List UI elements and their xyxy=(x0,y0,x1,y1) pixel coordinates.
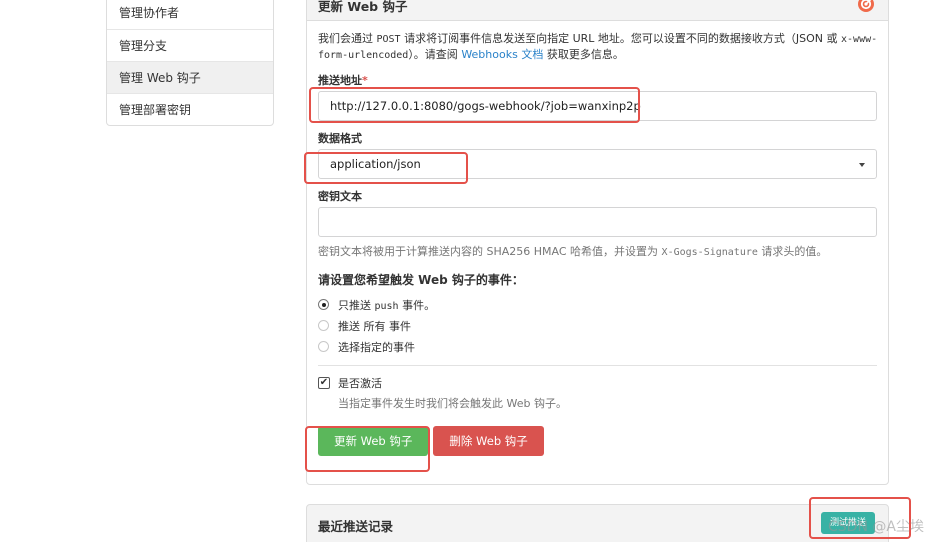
content-type-label: 数据格式 xyxy=(318,132,362,145)
form-actions: 更新 Web 钩子 删除 Web 钩子 xyxy=(318,426,877,456)
content-type-select[interactable]: application/json xyxy=(318,149,877,179)
sidebar-item-label: 管理 Web 钩子 xyxy=(119,71,201,85)
sidebar-item-deploy-keys[interactable]: 管理部署密钥 xyxy=(107,93,273,125)
webhooks-docs-link[interactable]: Webhooks 文档 xyxy=(461,48,543,61)
payload-url-input[interactable]: http://127.0.0.1:8080/gogs-webhook/?job=… xyxy=(318,91,877,121)
events-title: 请设置您希望触发 Web 钩子的事件： xyxy=(318,273,524,287)
hint-text: 密钥文本将被用于计算推送内容的 SHA256 HMAC 哈希值，并设置为 xyxy=(318,245,662,258)
events-radio-group: 只推送 push 事件。 推送 所有 事件 选择指定的事件 xyxy=(318,294,877,357)
sidebar-item-branches[interactable]: 管理分支 xyxy=(107,29,273,61)
signature-header: X-Gogs-Signature xyxy=(661,247,758,258)
watermark: CSDN @A尘埃 xyxy=(828,519,924,535)
secret-hint: 密钥文本将被用于计算推送内容的 SHA256 HMAC 哈希值，并设置为 X-G… xyxy=(318,243,877,259)
event-option-push-only[interactable]: 只推送 push 事件。 xyxy=(318,294,877,315)
recent-deliveries-title: 最近推送记录 xyxy=(318,519,394,534)
event-option-choose[interactable]: 选择指定的事件 xyxy=(318,336,877,357)
active-hint: 当指定事件发生时我们将会触发此 Web 钩子。 xyxy=(338,397,567,410)
page-title: 更新 Web 钩子 xyxy=(318,0,408,14)
event-option-label: 推送 所有 事件 xyxy=(338,319,411,333)
webhook-description: 我们会通过 POST 请求将订阅事件信息发送至向指定 URL 地址。您可以设置不… xyxy=(318,31,878,63)
sidebar-item-label: 管理部署密钥 xyxy=(119,103,192,117)
description-text: 我们会通过 xyxy=(318,32,377,45)
delete-webhook-button[interactable]: 删除 Web 钩子 xyxy=(433,426,544,456)
hint-text: 请求头的值。 xyxy=(757,245,828,258)
payload-url-value: http://127.0.0.1:8080/gogs-webhook/?job=… xyxy=(330,99,641,113)
sidebar-item-webhooks[interactable]: 管理 Web 钩子 xyxy=(107,61,273,93)
card-header: 更新 Web 钩子 xyxy=(307,0,888,21)
required-mark: * xyxy=(362,74,368,87)
content-type-value: application/json xyxy=(330,157,421,171)
update-webhook-button[interactable]: 更新 Web 钩子 xyxy=(318,426,429,456)
active-checkbox[interactable]: ✔ xyxy=(318,377,330,389)
option-code: push xyxy=(374,300,399,312)
caret-down-icon xyxy=(859,163,865,167)
sidebar-item-collaborators[interactable]: 管理协作者 xyxy=(107,0,273,29)
divider xyxy=(318,365,877,366)
secret-label: 密钥文本 xyxy=(318,190,362,203)
payload-url-label-text: 推送地址 xyxy=(318,74,362,87)
sidebar-item-label: 管理分支 xyxy=(119,39,168,53)
description-text: 获取更多信息。 xyxy=(543,48,624,61)
active-checkbox-row[interactable]: ✔ 是否激活 xyxy=(318,375,877,391)
option-text: 只推送 xyxy=(338,298,375,312)
webhook-form-card: 更新 Web 钩子 我们会通过 POST 请求将订阅事件信息发送至向指定 URL… xyxy=(306,0,889,485)
description-post: POST xyxy=(376,34,401,45)
gogs-logo-icon xyxy=(858,0,874,12)
payload-url-label: 推送地址* xyxy=(318,72,877,87)
event-option-all[interactable]: 推送 所有 事件 xyxy=(318,315,877,336)
option-text: 事件。 xyxy=(398,298,436,312)
recent-deliveries-card: 最近推送记录 测试推送 xyxy=(306,504,889,542)
check-icon: ✔ xyxy=(319,377,329,388)
radio-button-checked[interactable] xyxy=(318,299,329,310)
event-option-label: 只推送 push 事件。 xyxy=(338,297,435,313)
description-text: 请求将订阅事件信息发送至向指定 URL 地址。您可以设置不同的数据接收方式（JS… xyxy=(400,32,842,45)
card-body: 我们会通过 POST 请求将订阅事件信息发送至向指定 URL 地址。您可以设置不… xyxy=(307,21,888,456)
event-option-label: 选择指定的事件 xyxy=(338,340,415,354)
active-label: 是否激活 xyxy=(338,377,382,390)
radio-button[interactable] xyxy=(318,320,329,331)
secret-input[interactable] xyxy=(318,207,877,237)
radio-button[interactable] xyxy=(318,341,329,352)
settings-sidebar: 管理协作者 管理分支 管理 Web 钩子 管理部署密钥 xyxy=(106,0,274,126)
sidebar-item-label: 管理协作者 xyxy=(119,6,180,20)
description-text: ）。请查阅 xyxy=(408,48,462,61)
